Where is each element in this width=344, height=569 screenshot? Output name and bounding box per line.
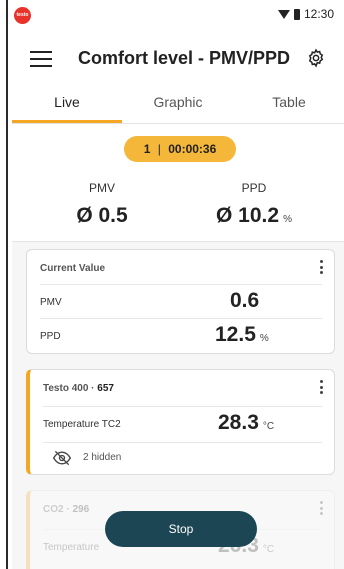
value-unit: °C (262, 421, 275, 432)
status-time: 12:30 (303, 7, 334, 21)
measurement-timer: 1 | 00:00:36 (124, 136, 236, 162)
wifi-icon (277, 9, 290, 19)
timer-index: 1 (143, 142, 151, 156)
value-unit: % (259, 333, 269, 344)
tab-table[interactable]: Table (234, 94, 344, 110)
value-number: 0.6 (230, 289, 260, 312)
value-label: PMV (40, 297, 62, 308)
value-label: Temperature (43, 542, 100, 553)
summary-panel: 1 | 00:00:36 PMV Ø 0.5 PPD Ø 10.2% (12, 124, 344, 242)
battery-icon (293, 8, 300, 20)
card-title: Current Value (40, 263, 106, 274)
tab-live[interactable]: Live (12, 94, 122, 110)
ppd-average: Ø 10.2% (196, 204, 312, 228)
timer-time: 00:00:36 (168, 142, 217, 156)
current-value-card[interactable]: Current Value PMV 0.6 PPD 12.5% (26, 249, 335, 354)
app-screen: testo 12:30 Comfort level - PMV/PPD Live… (0, 0, 344, 569)
stop-button[interactable]: Stop (105, 511, 257, 547)
ppd-average-unit: % (283, 214, 292, 225)
hidden-count: 2 hidden (83, 452, 122, 463)
eye-off-icon (52, 450, 72, 466)
more-options-icon[interactable] (320, 260, 324, 274)
more-options-icon[interactable] (320, 380, 324, 394)
value-label: Temperature TC2 (43, 419, 121, 430)
page-title: Comfort level - PMV/PPD (78, 48, 291, 68)
status-bar: testo 12:30 (12, 0, 344, 30)
value-unit: °C (262, 544, 275, 555)
more-options-icon[interactable] (320, 501, 324, 515)
hidden-channels-row[interactable]: 2 hidden (43, 442, 322, 472)
timer-separator: | (157, 142, 161, 156)
tab-bar: Live Graphic Table (12, 86, 344, 124)
ppd-average-value: Ø 10.2 (216, 204, 280, 227)
active-tab-indicator (12, 120, 122, 123)
card-title: Testo 400 · 657 (43, 383, 114, 394)
value-row-pmv: PMV 0.6 (40, 284, 322, 318)
pmv-average: Ø 0.5 (76, 204, 128, 227)
pmv-label: PMV (88, 181, 115, 195)
card-title: CO2 · 296 (43, 504, 90, 515)
tab-graphic[interactable]: Graphic (122, 94, 234, 110)
app-bar: Comfort level - PMV/PPD (12, 30, 344, 86)
window-border (6, 0, 8, 569)
value-label: PPD (40, 331, 61, 342)
gear-icon[interactable] (306, 48, 326, 68)
value-row-ppd: PPD 12.5% (40, 318, 322, 352)
value-row-temperature: Temperature TC2 28.3 °C (43, 406, 322, 440)
menu-icon[interactable] (30, 51, 52, 67)
value-number: 12.5% (215, 323, 269, 346)
probe-card-testo-400[interactable]: Testo 400 · 657 Temperature TC2 28.3 °C 2… (26, 369, 335, 475)
ppd-label: PPD (241, 181, 267, 195)
value-number: 28.3 °C (218, 411, 275, 434)
testo-logo: testo (14, 7, 31, 24)
status-icons: 12:30 (277, 7, 334, 21)
